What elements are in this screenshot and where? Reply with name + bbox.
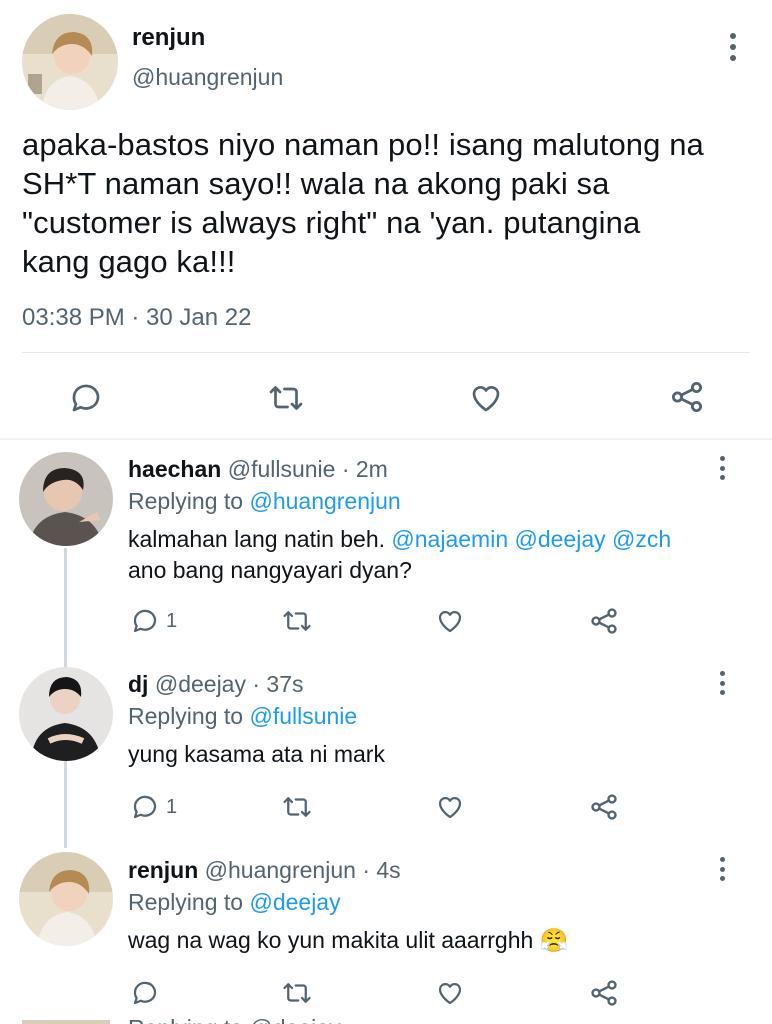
like-icon[interactable] — [435, 978, 465, 1008]
replying-to: Replying to @fullsunie — [128, 703, 357, 730]
reply-icon[interactable] — [68, 380, 104, 416]
section-divider — [0, 438, 772, 440]
reply-text: ano bang nangyayari dyan? — [128, 557, 412, 583]
more-icon[interactable] — [729, 33, 737, 61]
reply-avatar[interactable] — [19, 452, 113, 546]
reply-icon[interactable] — [130, 792, 160, 822]
reply-icon[interactable] — [130, 606, 160, 636]
more-icon[interactable] — [718, 857, 726, 881]
replying-to-link[interactable]: @deejay — [249, 889, 340, 915]
retweet-icon[interactable] — [266, 380, 306, 416]
author-handle[interactable]: @huangrenjun — [132, 64, 283, 91]
reply-avatar[interactable] — [19, 667, 113, 761]
retweet-icon[interactable] — [280, 792, 314, 822]
reply-time[interactable]: · 2m — [342, 456, 388, 482]
like-icon[interactable] — [468, 380, 504, 416]
reply-author-name[interactable]: renjun — [128, 857, 198, 883]
reply-body: wag na wag ko yun makita ulit aaarrghh 😤 — [128, 925, 568, 956]
reply-author-handle[interactable]: @deejay — [155, 671, 246, 697]
replying-to-link[interactable]: @huangrenjun — [249, 488, 400, 514]
reply-author-name[interactable]: dj — [128, 671, 148, 697]
mention-link[interactable]: @zch — [612, 526, 671, 552]
reply-time[interactable]: · 4s — [362, 857, 400, 883]
share-icon[interactable] — [588, 791, 620, 823]
reply-header: renjun @huangrenjun · 4s — [128, 857, 401, 884]
reply-time[interactable]: · 37s — [252, 671, 303, 697]
tweet-body: apaka-bastos niyo naman po!! isang malut… — [22, 125, 762, 281]
tweet-line: SH*T naman sayo!! wala na akong paki sa — [22, 166, 610, 201]
reply-header: dj @deejay · 37s — [128, 671, 304, 698]
replying-to-label: Replying to — [128, 703, 244, 729]
reply-count: 1 — [166, 796, 178, 818]
replying-to-label: Replying to — [128, 488, 244, 514]
main-avatar[interactable] — [22, 14, 118, 110]
reply-author-handle[interactable]: @fullsunie — [228, 456, 336, 482]
reply-header: haechan @fullsunie · 2m — [128, 456, 388, 483]
divider — [22, 352, 750, 353]
reply-text: yung kasama ata ni mark — [128, 741, 385, 767]
tweet-line: kang gago ka!!! — [22, 244, 236, 279]
reply-count: 1 — [166, 610, 178, 632]
tweet-line: "customer is always right" na 'yan. puta… — [22, 205, 641, 240]
more-icon[interactable] — [718, 456, 726, 480]
share-icon[interactable] — [588, 977, 620, 1009]
next-reply-avatar-edge — [22, 1020, 110, 1024]
like-icon[interactable] — [435, 606, 465, 636]
reply-author-handle[interactable]: @huangrenjun — [205, 857, 356, 883]
share-icon[interactable] — [668, 378, 706, 416]
replying-to: Replying to @huangrenjun — [128, 488, 401, 515]
reply-icon[interactable] — [130, 978, 160, 1008]
replying-to: Replying to @deejay — [128, 889, 341, 916]
author-name[interactable]: renjun — [132, 24, 205, 52]
reply-avatar[interactable] — [19, 852, 113, 946]
reply-author-name[interactable]: haechan — [128, 456, 221, 482]
tweet-timestamp[interactable]: 03:38 PM · 30 Jan 22 — [22, 304, 251, 332]
share-icon[interactable] — [588, 605, 620, 637]
tweet-line: apaka-bastos niyo naman po!! isang malut… — [22, 127, 704, 162]
mention-link[interactable]: @deejay — [515, 526, 606, 552]
replying-to-label: Replying to — [128, 889, 244, 915]
retweet-icon[interactable] — [280, 978, 314, 1008]
emoji: 😤 — [539, 927, 569, 953]
more-icon[interactable] — [718, 671, 726, 695]
retweet-icon[interactable] — [280, 606, 314, 636]
reply-body: kalmahan lang natin beh. @najaemin @deej… — [128, 524, 758, 586]
next-reply-partial: Replying to @deejay — [128, 1015, 341, 1024]
replying-to-link[interactable]: @fullsunie — [249, 703, 357, 729]
reply-text: kalmahan lang natin beh. — [128, 526, 386, 552]
mention-link[interactable]: @najaemin — [391, 526, 508, 552]
reply-text: wag na wag ko yun makita ulit aaarrghh — [128, 927, 534, 953]
like-icon[interactable] — [435, 792, 465, 822]
